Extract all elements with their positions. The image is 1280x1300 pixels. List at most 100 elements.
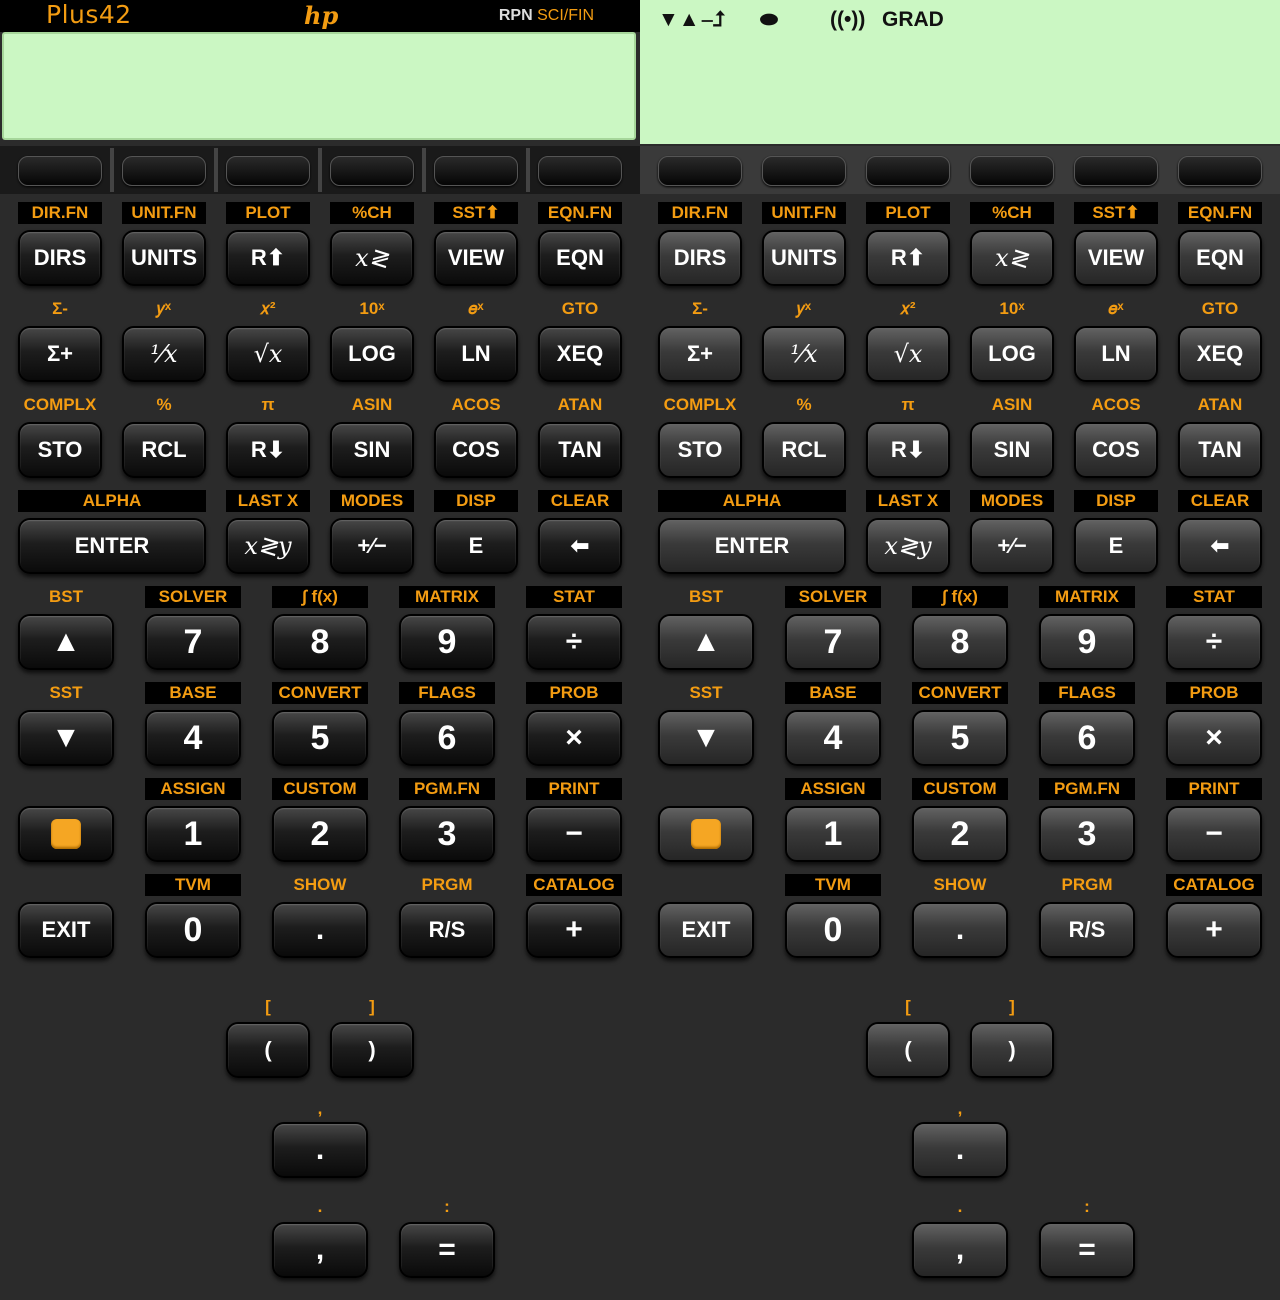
r2-key-5[interactable]: LN — [434, 326, 518, 382]
r4-key-5[interactable]: ⬅ — [1178, 518, 1262, 574]
comma-key[interactable]: , — [912, 1222, 1008, 1278]
r5-key-1[interactable]: ▲ — [658, 614, 754, 670]
r7-key-5[interactable]: − — [526, 806, 622, 862]
r4-key-4[interactable]: E — [434, 518, 518, 574]
r4-key-2[interactable]: 𝑥≷𝑦 — [226, 518, 310, 574]
r5-key-4[interactable]: 9 — [399, 614, 495, 670]
menu-key-5[interactable] — [1074, 156, 1158, 186]
r7-key-2[interactable]: 1 — [785, 806, 881, 862]
r7-key-3[interactable]: 2 — [272, 806, 368, 862]
r6-key-4[interactable]: 6 — [1039, 710, 1135, 766]
r8-key-3[interactable]: . — [912, 902, 1008, 958]
r4-key-1[interactable]: ENTER — [18, 518, 206, 574]
r6-key-3[interactable]: 5 — [912, 710, 1008, 766]
r7-key-4[interactable]: 3 — [399, 806, 495, 862]
r3-key-1[interactable]: STO — [18, 422, 102, 478]
r3-key-2[interactable]: RCL — [122, 422, 206, 478]
paren-right-key[interactable]: ) — [970, 1022, 1054, 1078]
r6-key-2[interactable]: 4 — [145, 710, 241, 766]
r3-key-5[interactable]: COS — [1074, 422, 1158, 478]
menu-key-4[interactable] — [330, 156, 414, 186]
shift-key[interactable] — [18, 806, 114, 862]
r8-key-4[interactable]: R/S — [399, 902, 495, 958]
r1-key-6[interactable]: EQN — [1178, 230, 1262, 286]
r8-key-1[interactable]: EXIT — [18, 902, 114, 958]
r6-key-5[interactable]: × — [1166, 710, 1262, 766]
paren-left-key[interactable]: ( — [226, 1022, 310, 1078]
r1-key-6[interactable]: EQN — [538, 230, 622, 286]
r3-key-4[interactable]: SIN — [970, 422, 1054, 478]
r5-key-2[interactable]: 7 — [785, 614, 881, 670]
menu-key-6[interactable] — [1178, 156, 1262, 186]
r8-key-1[interactable]: EXIT — [658, 902, 754, 958]
r6-key-2[interactable]: 4 — [785, 710, 881, 766]
r8-key-2[interactable]: 0 — [785, 902, 881, 958]
equals-key[interactable]: = — [399, 1222, 495, 1278]
r5-key-2[interactable]: 7 — [145, 614, 241, 670]
r6-key-1[interactable]: ▼ — [18, 710, 114, 766]
menu-key-1[interactable] — [658, 156, 742, 186]
r2-key-3[interactable]: √𝑥 — [866, 326, 950, 382]
r2-key-1[interactable]: Σ+ — [18, 326, 102, 382]
dot-key[interactable]: . — [272, 1122, 368, 1178]
r2-key-4[interactable]: LOG — [970, 326, 1054, 382]
r1-key-4[interactable]: 𝑥≷ — [970, 230, 1054, 286]
r5-key-1[interactable]: ▲ — [18, 614, 114, 670]
dot-key[interactable]: . — [912, 1122, 1008, 1178]
r8-key-3[interactable]: . — [272, 902, 368, 958]
r2-key-2[interactable]: ¹⁄𝑥 — [762, 326, 846, 382]
r7-key-5[interactable]: − — [1166, 806, 1262, 862]
r1-key-2[interactable]: UNITS — [122, 230, 206, 286]
r3-key-5[interactable]: COS — [434, 422, 518, 478]
r1-key-2[interactable]: UNITS — [762, 230, 846, 286]
r1-key-1[interactable]: DIRS — [18, 230, 102, 286]
r5-key-5[interactable]: ÷ — [526, 614, 622, 670]
r2-key-6[interactable]: XEQ — [538, 326, 622, 382]
r6-key-4[interactable]: 6 — [399, 710, 495, 766]
menu-key-3[interactable] — [226, 156, 310, 186]
r3-key-4[interactable]: SIN — [330, 422, 414, 478]
menu-key-3[interactable] — [866, 156, 950, 186]
r3-key-1[interactable]: STO — [658, 422, 742, 478]
r5-key-3[interactable]: 8 — [912, 614, 1008, 670]
r1-key-5[interactable]: VIEW — [1074, 230, 1158, 286]
r6-key-3[interactable]: 5 — [272, 710, 368, 766]
r2-key-1[interactable]: Σ+ — [658, 326, 742, 382]
r5-key-5[interactable]: ÷ — [1166, 614, 1262, 670]
r2-key-3[interactable]: √𝑥 — [226, 326, 310, 382]
r4-key-5[interactable]: ⬅ — [538, 518, 622, 574]
r2-key-5[interactable]: LN — [1074, 326, 1158, 382]
r1-key-3[interactable]: R⬆ — [866, 230, 950, 286]
r1-key-4[interactable]: 𝑥≷ — [330, 230, 414, 286]
r6-key-1[interactable]: ▼ — [658, 710, 754, 766]
r2-key-4[interactable]: LOG — [330, 326, 414, 382]
r4-key-3[interactable]: +∕− — [970, 518, 1054, 574]
r3-key-3[interactable]: R⬇ — [866, 422, 950, 478]
r4-key-2[interactable]: 𝑥≷𝑦 — [866, 518, 950, 574]
r4-key-4[interactable]: E — [1074, 518, 1158, 574]
menu-key-4[interactable] — [970, 156, 1054, 186]
menu-key-2[interactable] — [122, 156, 206, 186]
r8-key-2[interactable]: 0 — [145, 902, 241, 958]
r8-key-4[interactable]: R/S — [1039, 902, 1135, 958]
menu-key-1[interactable] — [18, 156, 102, 186]
r4-key-3[interactable]: +∕− — [330, 518, 414, 574]
menu-key-6[interactable] — [538, 156, 622, 186]
r1-key-1[interactable]: DIRS — [658, 230, 742, 286]
paren-right-key[interactable]: ) — [330, 1022, 414, 1078]
menu-key-2[interactable] — [762, 156, 846, 186]
r7-key-4[interactable]: 3 — [1039, 806, 1135, 862]
r8-key-5[interactable]: + — [526, 902, 622, 958]
comma-key[interactable]: , — [272, 1222, 368, 1278]
r1-key-3[interactable]: R⬆ — [226, 230, 310, 286]
r1-key-5[interactable]: VIEW — [434, 230, 518, 286]
equals-key[interactable]: = — [1039, 1222, 1135, 1278]
r2-key-2[interactable]: ¹⁄𝑥 — [122, 326, 206, 382]
r8-key-5[interactable]: + — [1166, 902, 1262, 958]
r4-key-1[interactable]: ENTER — [658, 518, 846, 574]
r3-key-6[interactable]: TAN — [538, 422, 622, 478]
r2-key-6[interactable]: XEQ — [1178, 326, 1262, 382]
r3-key-6[interactable]: TAN — [1178, 422, 1262, 478]
menu-key-5[interactable] — [434, 156, 518, 186]
r3-key-2[interactable]: RCL — [762, 422, 846, 478]
